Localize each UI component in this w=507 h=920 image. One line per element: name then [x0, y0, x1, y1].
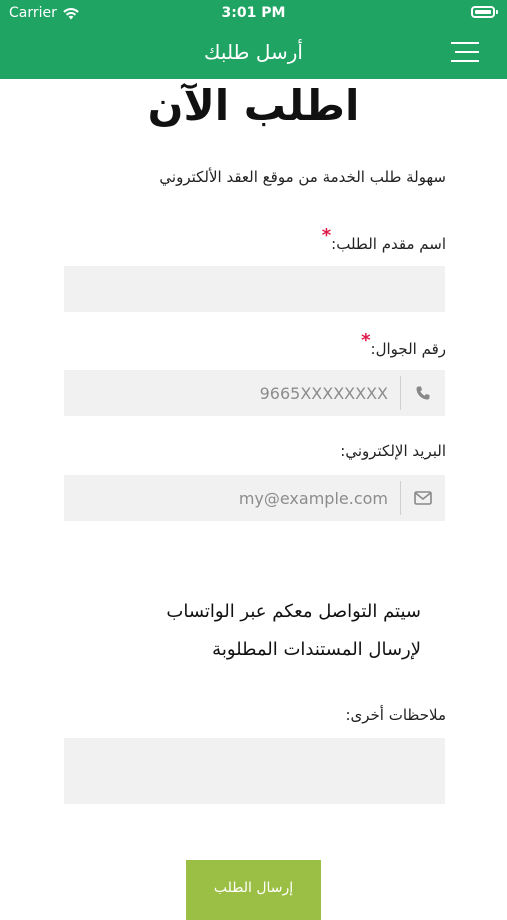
notes-label: ملاحظات أخرى:: [345, 706, 446, 724]
menu-icon[interactable]: [451, 40, 479, 64]
whatsapp-notice-line1: سيتم التواصل معكم عبر الواتساب: [166, 601, 421, 622]
required-mark: *: [321, 225, 332, 246]
phone-input[interactable]: 9665XXXXXXXX: [64, 370, 445, 416]
email-placeholder: my@example.com: [238, 488, 388, 508]
whatsapp-notice-line2: لإرسال المستندات المطلوبة: [212, 639, 421, 660]
status-bar: Carrier 3:01 PM: [0, 0, 507, 26]
nav-title: أرسل طلبك: [204, 40, 303, 64]
page-title: اطلب الآن: [147, 81, 360, 130]
name-label-row: اسم مقدم الطلب:*: [322, 225, 446, 254]
name-label: اسم مقدم الطلب:: [331, 235, 446, 253]
required-mark: *: [361, 330, 371, 351]
phone-icon: [401, 385, 445, 401]
submit-button[interactable]: إرسال الطلب: [186, 860, 321, 920]
email-label: البريد الإلكتروني:: [340, 442, 446, 460]
status-time: 3:01 PM: [221, 5, 286, 21]
phone-label: رقم الجوال:: [370, 340, 446, 358]
intro-text: سهولة طلب الخدمة من موقع العقد الألكترون…: [159, 168, 446, 186]
phone-label-row: رقم الجوال:*: [361, 330, 446, 359]
nav-bar: أرسل طلبك: [0, 26, 507, 79]
envelope-icon: [401, 491, 445, 505]
phone-placeholder: 9665XXXXXXXX: [259, 383, 388, 403]
name-input[interactable]: [64, 266, 445, 312]
email-input[interactable]: my@example.com: [64, 475, 445, 521]
battery-icon: [471, 6, 498, 18]
notes-textarea[interactable]: [64, 738, 445, 804]
